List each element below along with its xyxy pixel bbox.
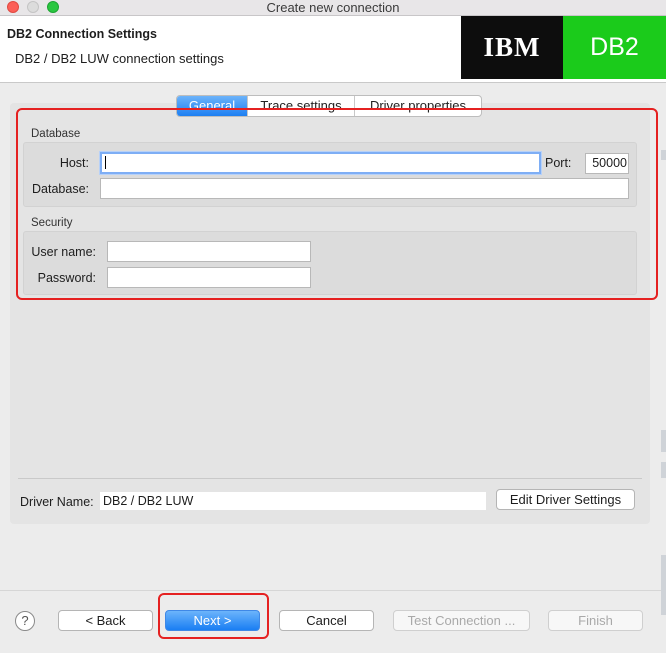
ibm-logo: IBM: [461, 16, 563, 79]
divider: [18, 478, 642, 479]
background-window-edge: [661, 430, 666, 452]
port-label: Port:: [545, 156, 572, 170]
username-input[interactable]: [107, 241, 311, 262]
driver-name-label: Driver Name:: [20, 495, 94, 509]
username-label: User name:: [31, 245, 96, 259]
tab-driver-properties[interactable]: Driver properties: [355, 96, 481, 116]
host-input[interactable]: [100, 152, 541, 174]
database-label: Database:: [32, 182, 89, 196]
window-titlebar: Create new connection: [0, 0, 666, 16]
background-window-edge: [661, 150, 666, 160]
next-button[interactable]: Next >: [165, 610, 260, 631]
port-input[interactable]: 50000: [585, 153, 629, 174]
security-group-label: Security: [31, 217, 73, 229]
help-icon[interactable]: ?: [15, 611, 35, 631]
host-label: Host:: [59, 156, 89, 170]
footer-divider: [0, 590, 661, 591]
cancel-button[interactable]: Cancel: [279, 610, 374, 631]
background-window-edge: [661, 462, 666, 478]
database-group-label: Database: [31, 128, 81, 140]
tab-trace-settings[interactable]: Trace settings: [248, 96, 355, 116]
settings-tabs: General Trace settings Driver properties: [176, 95, 482, 117]
password-label: Password:: [37, 271, 96, 285]
driver-name-value: DB2 / DB2 LUW: [100, 492, 486, 510]
db2-logo: DB2: [563, 16, 666, 79]
finish-button[interactable]: Finish: [548, 610, 643, 631]
database-input[interactable]: [100, 178, 629, 199]
tab-general[interactable]: General: [177, 96, 248, 116]
text-caret: [105, 156, 106, 170]
header-banner: DB2 Connection Settings DB2 / DB2 LUW co…: [0, 16, 666, 83]
page-title: DB2 Connection Settings: [7, 27, 158, 41]
window-title: Create new connection: [266, 0, 400, 15]
back-button[interactable]: < Back: [58, 610, 153, 631]
test-connection-button[interactable]: Test Connection ...: [393, 610, 530, 631]
password-input[interactable]: [107, 267, 311, 288]
background-window-edge: [661, 555, 666, 615]
page-subtitle: DB2 / DB2 LUW connection settings: [15, 51, 224, 66]
edit-driver-settings-button[interactable]: Edit Driver Settings: [496, 489, 635, 510]
